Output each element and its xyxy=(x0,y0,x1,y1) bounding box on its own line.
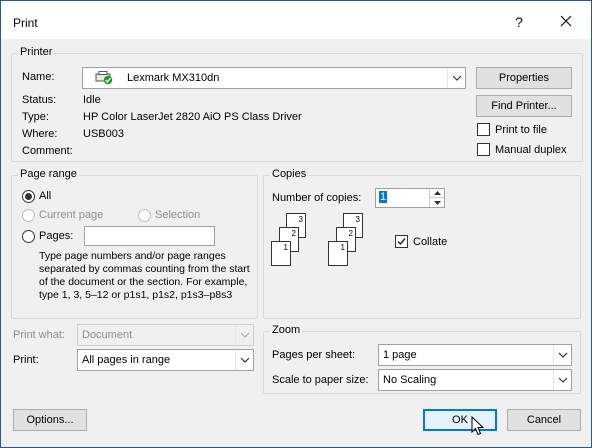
uncollated-pages-icon: 3 2 1 xyxy=(271,213,311,271)
ok-button[interactable]: OK xyxy=(423,409,497,431)
close-icon xyxy=(560,15,572,27)
pages-per-sheet-dropdown[interactable]: 1 page xyxy=(378,344,572,366)
print-what-dropdown[interactable]: Document xyxy=(77,324,254,346)
print-label: Print: xyxy=(13,354,39,366)
pages-per-sheet-label: Pages per sheet: xyxy=(272,349,356,361)
manual-duplex-label: Manual duplex xyxy=(495,144,567,156)
spin-down-icon[interactable] xyxy=(429,198,444,207)
status-label: Status: xyxy=(22,94,57,106)
comment-label: Comment: xyxy=(22,145,73,157)
where-label: Where: xyxy=(22,128,58,140)
printer-group-title: Printer xyxy=(18,46,55,58)
print-dropdown[interactable]: All pages in range xyxy=(77,349,254,371)
chevron-down-icon xyxy=(553,370,571,390)
number-of-copies-label: Number of copies: xyxy=(272,192,362,204)
collated-pages-icon: 3 2 1 xyxy=(328,213,368,271)
chevron-down-icon xyxy=(553,345,571,365)
pages-per-sheet-value: 1 page xyxy=(383,349,417,361)
collate-label: Collate xyxy=(413,236,448,248)
options-button[interactable]: Options... xyxy=(13,409,87,431)
spin-up-icon[interactable] xyxy=(429,189,444,198)
print-what-value: Document xyxy=(82,329,133,341)
copies-group-title: Copies xyxy=(270,168,309,180)
current-page-radio[interactable] xyxy=(22,209,35,222)
copies-spinner[interactable]: 1 xyxy=(375,188,445,208)
print-dialog: Print ? Printer Name: Lexmark MX310dn Pr… xyxy=(0,0,592,448)
help-button[interactable]: ? xyxy=(508,11,530,33)
zoom-group-title: Zoom xyxy=(270,324,303,336)
pages-radio[interactable] xyxy=(22,230,35,243)
mouse-cursor-icon xyxy=(471,416,485,436)
dialog-title: Print xyxy=(13,16,38,30)
print-value: All pages in range xyxy=(82,354,171,366)
copies-value: 1 xyxy=(379,191,388,203)
chevron-down-icon xyxy=(447,68,465,88)
chevron-down-icon xyxy=(235,350,253,370)
where-value: USB003 xyxy=(83,128,124,140)
close-button[interactable] xyxy=(555,11,577,33)
status-value: Idle xyxy=(83,94,101,106)
find-printer-button[interactable]: Find Printer... xyxy=(476,95,572,117)
checkmark-icon xyxy=(397,238,406,246)
type-value: HP Color LaserJet 2820 AiO PS Class Driv… xyxy=(83,111,302,123)
selection-label: Selection xyxy=(155,209,201,221)
scale-to-paper-dropdown[interactable]: No Scaling xyxy=(378,369,572,391)
cancel-button[interactable]: Cancel xyxy=(507,409,581,431)
scale-to-paper-value: No Scaling xyxy=(383,374,437,386)
manual-duplex-checkbox[interactable] xyxy=(477,143,490,156)
print-to-file-label: Print to file xyxy=(495,124,547,136)
printer-name-dropdown[interactable]: Lexmark MX310dn xyxy=(82,67,466,89)
page-range-help-text: Type page numbers and/or page ranges sep… xyxy=(39,250,250,301)
properties-button[interactable]: Properties xyxy=(476,67,572,89)
printer-name-value: Lexmark MX310dn xyxy=(127,72,220,84)
printer-name-label: Name: xyxy=(22,71,55,83)
collate-checkbox[interactable] xyxy=(395,235,408,248)
page-range-group-title: Page range xyxy=(18,168,79,180)
scale-to-paper-label: Scale to paper size: xyxy=(272,374,369,386)
printer-icon xyxy=(95,71,113,88)
chevron-down-icon xyxy=(235,325,253,345)
all-radio-label: All xyxy=(39,190,52,202)
all-radio[interactable] xyxy=(22,190,35,203)
pages-input[interactable] xyxy=(84,226,215,246)
pages-radio-label: Pages: xyxy=(39,230,74,242)
print-what-label: Print what: xyxy=(13,329,65,341)
print-to-file-checkbox[interactable] xyxy=(477,123,490,136)
type-label: Type: xyxy=(22,111,49,123)
title-bar: Print ? xyxy=(1,1,591,39)
current-page-label: Current page xyxy=(39,209,104,221)
selection-radio[interactable] xyxy=(138,209,151,222)
